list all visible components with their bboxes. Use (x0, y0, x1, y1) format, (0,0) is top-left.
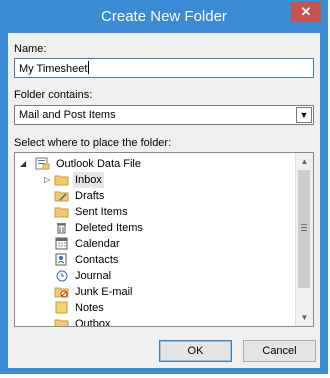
tree-item-label: Notes (75, 302, 104, 314)
tree-item-label: Outlook Data File (56, 158, 141, 170)
name-label: Name: (14, 43, 47, 55)
tree-item-label: Junk E-mail (75, 286, 133, 298)
calendar-icon (55, 237, 68, 250)
tree-item-label: Outbox (75, 318, 111, 327)
expand-arrow-icon[interactable]: ▷ (44, 172, 50, 188)
folder-contains-value: Mail and Post Items (19, 109, 116, 121)
tree-item-label: Drafts (75, 190, 105, 202)
tree-item-label: Sent Items (75, 206, 128, 218)
collapse-arrow-icon[interactable]: ◢ (20, 156, 26, 172)
name-input[interactable]: My Timesheet (14, 58, 314, 78)
location-label: Select where to place the folder: (14, 137, 172, 149)
inbox-folder-icon (54, 175, 69, 186)
tree-item-label: Journal (75, 270, 112, 282)
chevron-down-icon[interactable]: ▼ (296, 107, 312, 123)
title-bar[interactable]: Create New Folder ✕ (1, 1, 327, 33)
tree-item-label: Calendar (75, 238, 120, 250)
sent-items-folder-icon (54, 207, 69, 218)
scroll-up-icon[interactable]: ▲ (296, 153, 313, 170)
journal-icon (56, 270, 68, 282)
junk-email-icon (54, 287, 69, 298)
contacts-icon (55, 253, 67, 266)
folder-contains-select[interactable]: Mail and Post Items ▼ (14, 105, 314, 125)
grip-icon (301, 224, 307, 233)
scroll-thumb[interactable] (298, 170, 310, 288)
notes-icon (55, 301, 68, 314)
data-file-icon (35, 157, 50, 170)
folder-contains-label: Folder contains: (14, 89, 93, 101)
close-icon: ✕ (300, 4, 312, 19)
tree-item-label: Contacts (75, 254, 119, 266)
tree-item-label: Inbox (73, 172, 104, 188)
tree-scrollbar[interactable]: ▲ ▼ (295, 153, 313, 326)
name-input-value: My Timesheet (19, 63, 88, 75)
scroll-down-icon[interactable]: ▼ (296, 309, 313, 326)
folder-tree[interactable]: ◢ Outlook Data File ▷ Inbox Drafts Sent … (14, 152, 314, 327)
tree-item-label: Deleted Items (75, 222, 143, 234)
ok-button[interactable]: OK (159, 340, 232, 362)
dialog-title: Create New Folder (101, 8, 227, 25)
outbox-icon (54, 319, 69, 326)
create-new-folder-dialog: Create New Folder ✕ Name: My Timesheet F… (0, 0, 328, 374)
cancel-button[interactable]: Cancel (243, 340, 316, 362)
deleted-items-icon (57, 223, 66, 234)
drafts-folder-icon (54, 191, 69, 202)
text-caret (88, 61, 90, 74)
dialog-body: Name: My Timesheet Folder contains: Mail… (8, 33, 320, 368)
close-button[interactable]: ✕ (291, 2, 321, 22)
